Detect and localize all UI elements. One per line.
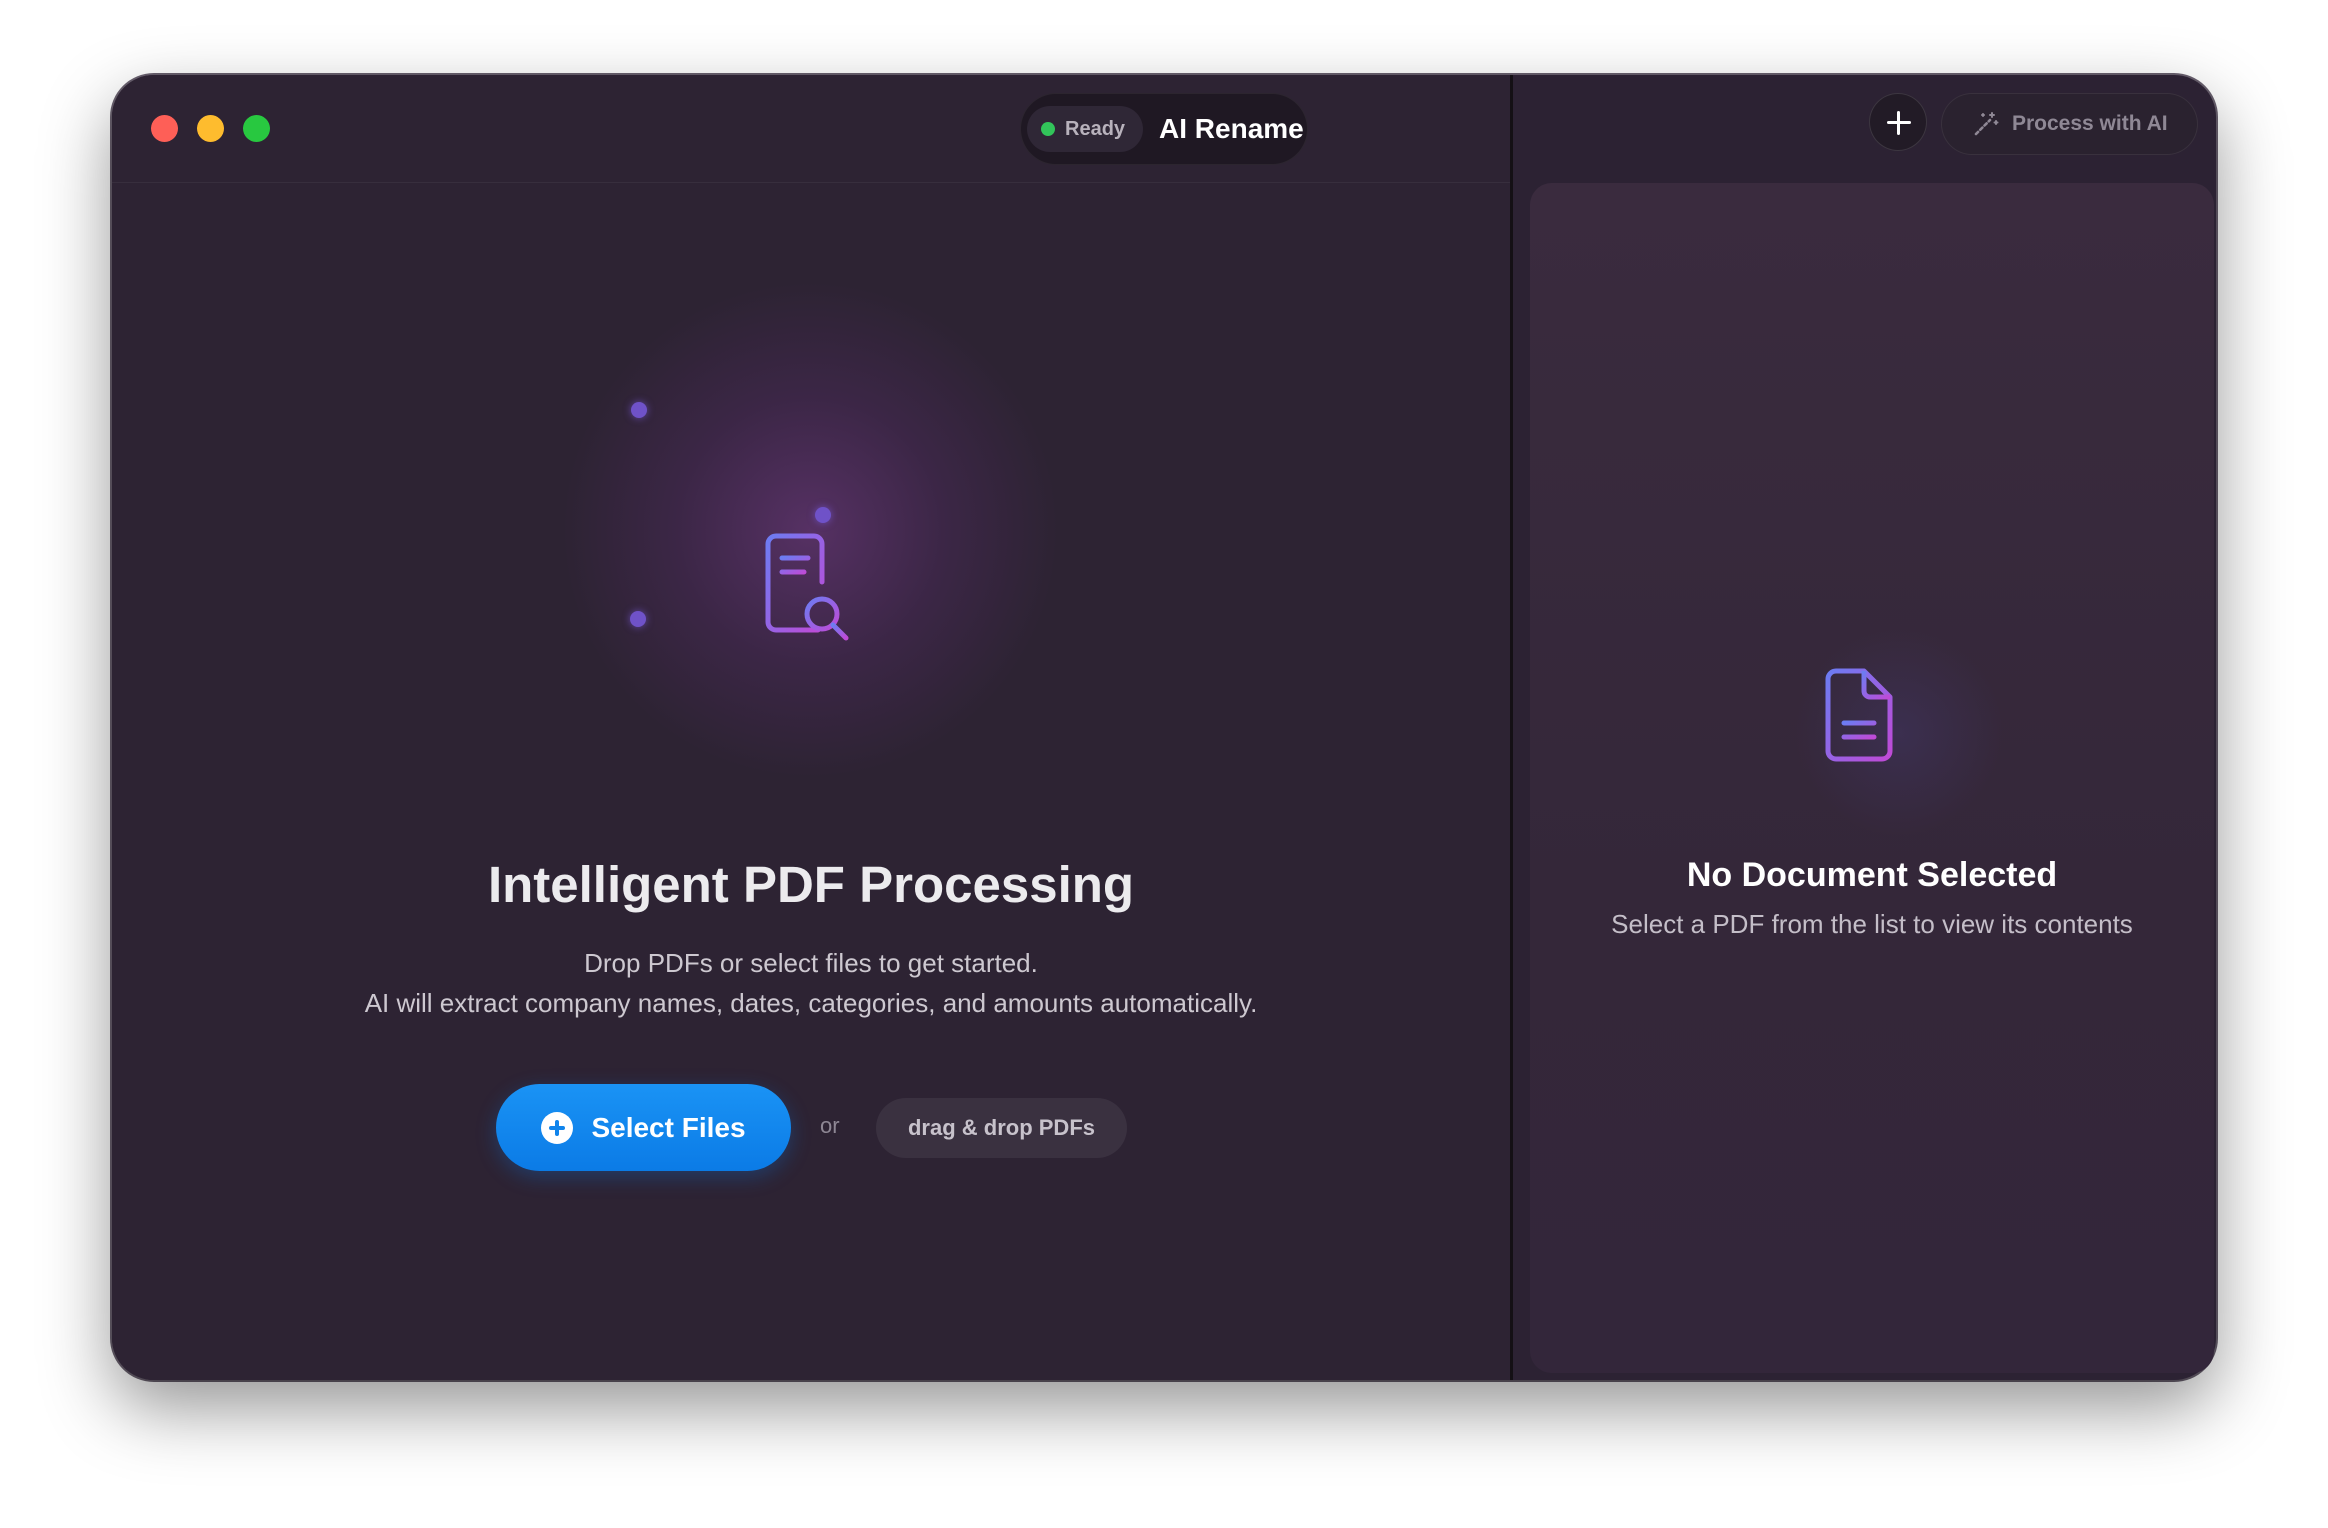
- no-document-subtitle: Select a PDF from the list to view its c…: [1611, 909, 2133, 939]
- add-files-button[interactable]: [1869, 93, 1927, 151]
- empty-state-subtitle-line2: AI will extract company names, dates, ca…: [364, 988, 1258, 1018]
- drag-drop-hint[interactable]: drag & drop PDFs: [876, 1098, 1127, 1158]
- select-files-button[interactable]: Select Files: [496, 1084, 791, 1171]
- process-with-ai-button[interactable]: Process with AI: [1941, 93, 2198, 155]
- document-icon: [1825, 668, 1893, 762]
- or-separator: or: [820, 1113, 840, 1138]
- plus-circle-icon: [541, 1111, 574, 1144]
- empty-state: Intelligent PDF Processing: [112, 75, 1510, 1380]
- select-files-label: Select Files: [591, 1111, 746, 1143]
- no-document-title: No Document Selected: [1686, 856, 2058, 894]
- magic-wand-icon: [1974, 112, 1999, 136]
- process-with-ai-label: Process with AI: [2012, 112, 2168, 135]
- pane-divider[interactable]: [1510, 75, 1513, 1380]
- empty-state-title-visible: Intelligent PDF Processing: [487, 856, 1135, 913]
- empty-state-subtitle-line1: Drop PDFs or select files to get started…: [584, 948, 1038, 978]
